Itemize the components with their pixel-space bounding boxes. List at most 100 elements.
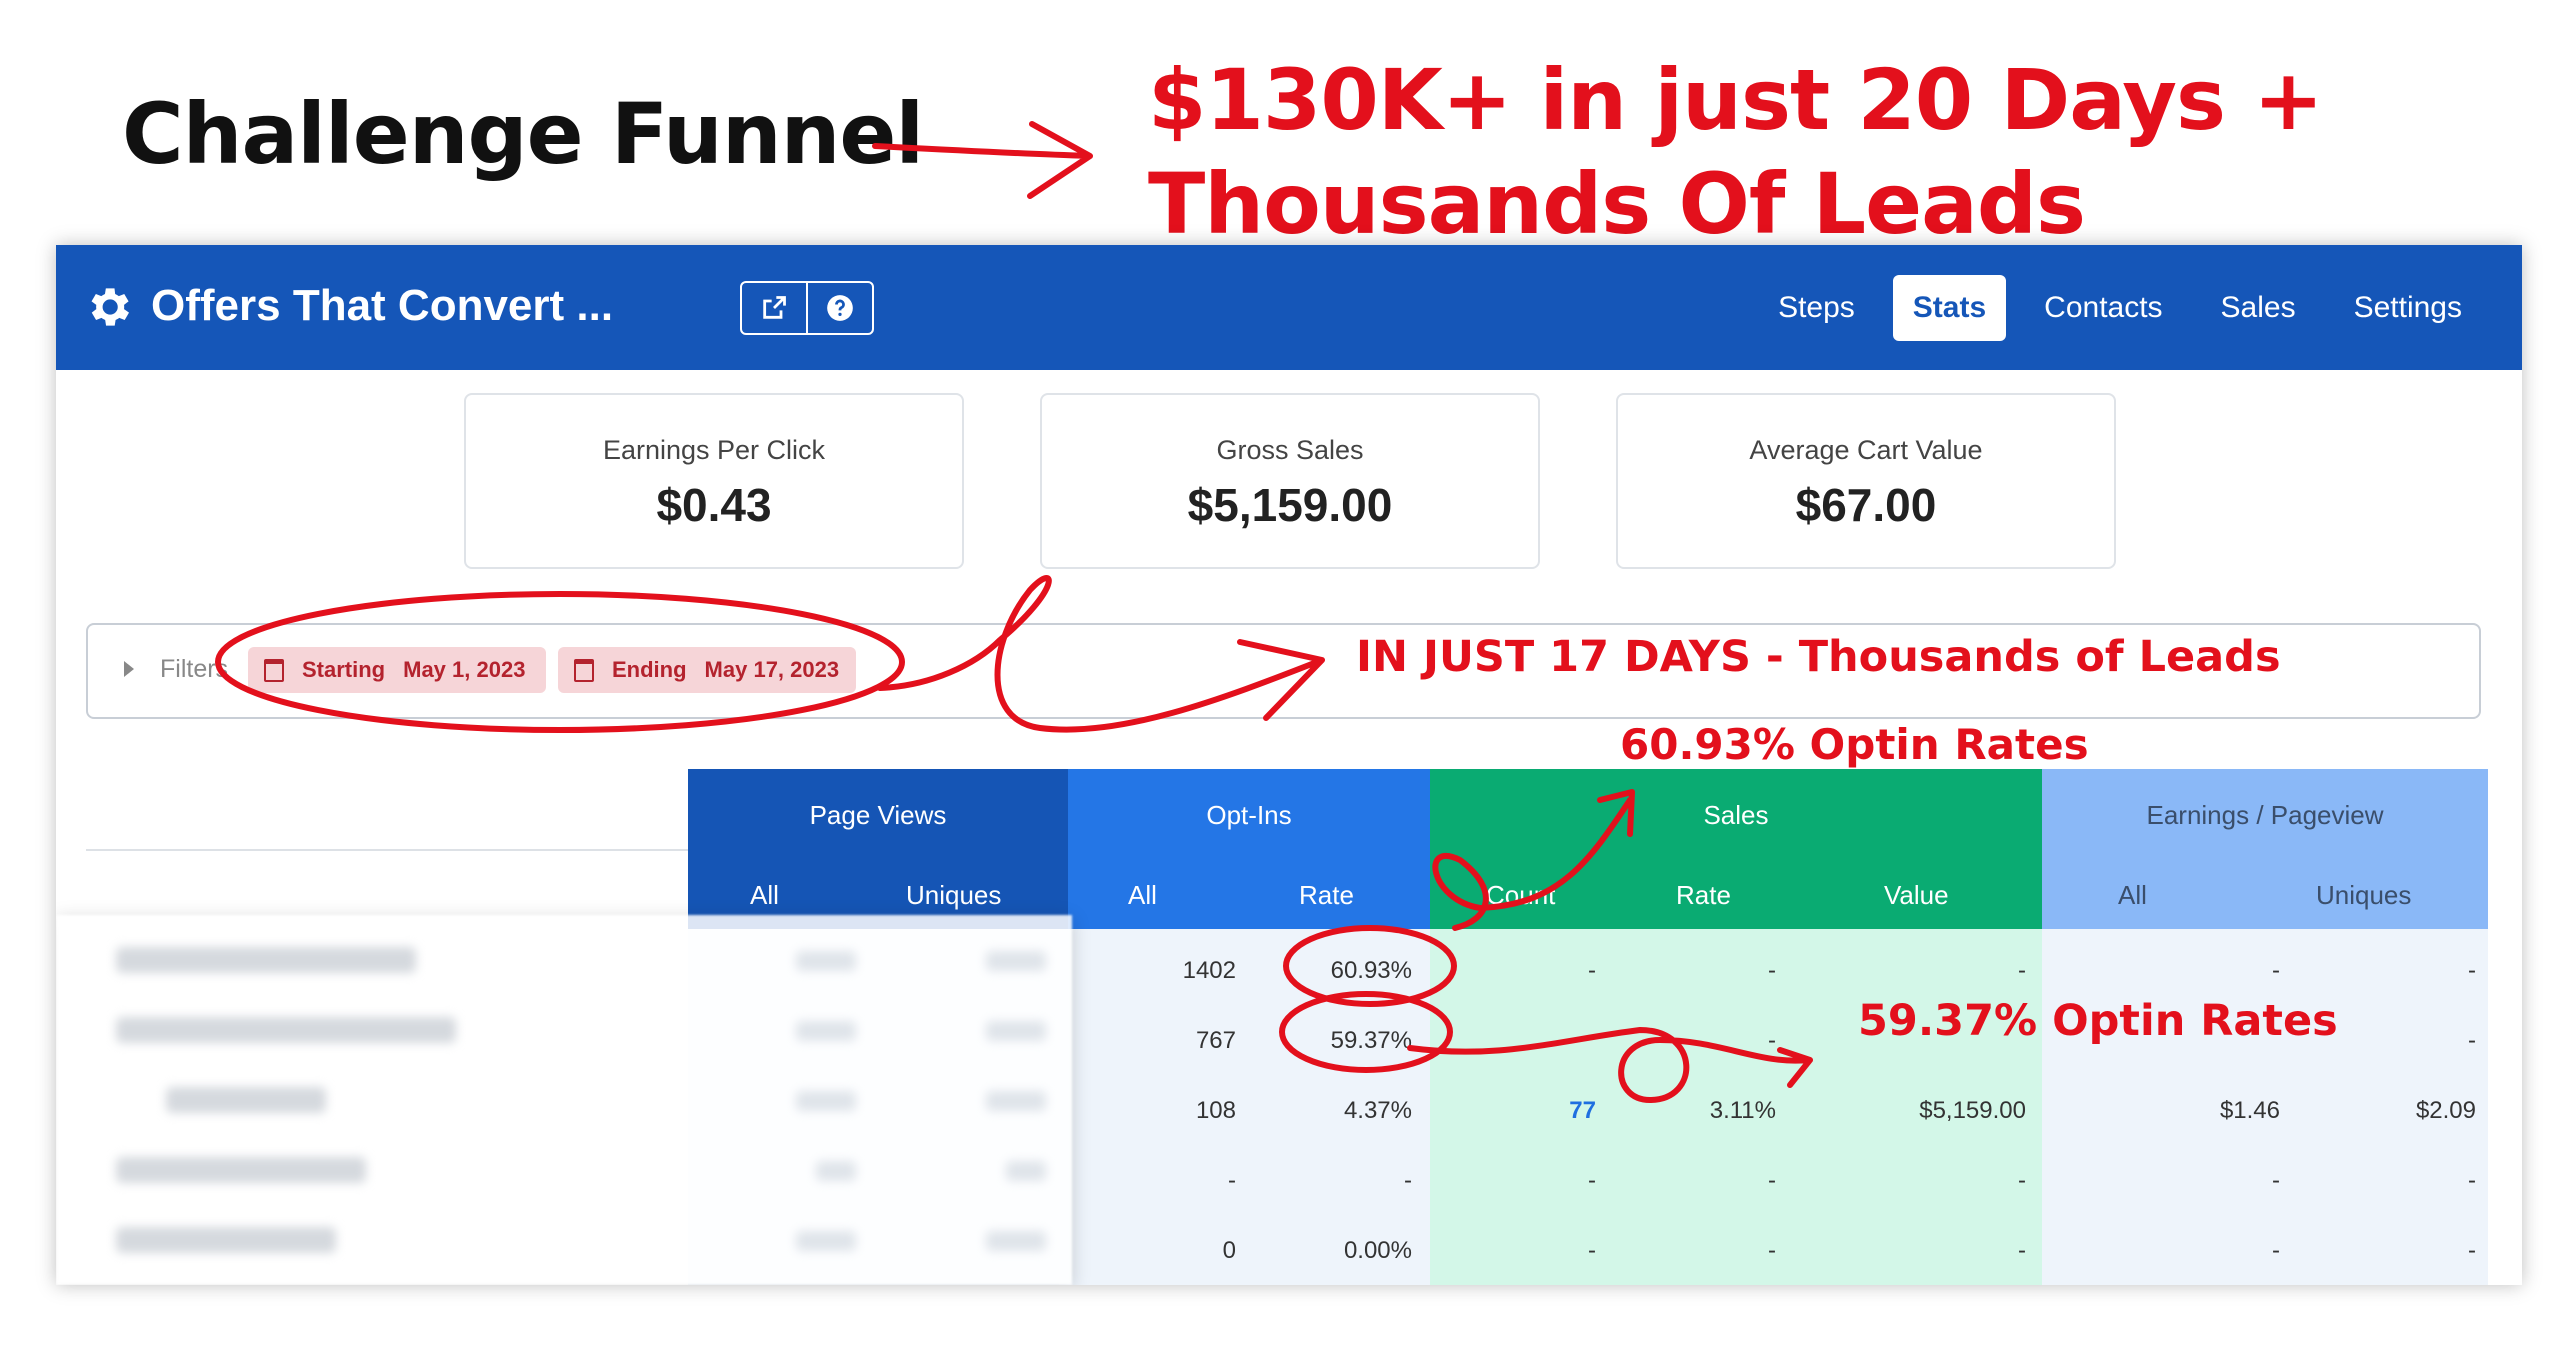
edit-button[interactable] <box>742 283 806 333</box>
card-label: Earnings Per Click <box>602 435 826 465</box>
table-cell: $2.09 <box>2415 1097 2476 1124</box>
blurred-number <box>796 951 856 971</box>
blurred-number <box>796 1091 856 1111</box>
card-label: Gross Sales <box>1216 435 1364 465</box>
funnel-stats-panel: Offers That Convert ... Steps Stats Cont… <box>56 245 2522 1285</box>
starting-date-chip[interactable]: Starting May 1, 2023 <box>248 647 546 693</box>
tab-settings[interactable]: Settings <box>2334 275 2482 341</box>
table-cell: - <box>1228 1167 1236 1194</box>
blurred-number <box>986 1091 1046 1111</box>
blurred-number <box>1006 1161 1046 1181</box>
table-cell: - <box>2272 1237 2280 1264</box>
subheader-value: Value <box>1884 880 1949 910</box>
table-cell: - <box>1588 1167 1596 1194</box>
help-icon <box>827 295 853 321</box>
table-cell: - <box>2272 1167 2280 1194</box>
annotation-optin-2: 59.37% Optin Rates <box>1858 996 2338 1046</box>
help-button[interactable] <box>806 283 872 333</box>
headline-right: $130K+ in just 20 Days + Thousands Of Le… <box>1148 51 2324 253</box>
table-cell: 108 <box>1195 1097 1236 1124</box>
blurred-number <box>986 951 1046 971</box>
sales-count-link[interactable]: 77 <box>1536 1097 1596 1125</box>
table-cell: - <box>2468 1027 2476 1054</box>
subheader-all: All <box>1128 880 1157 910</box>
title-button-group <box>740 281 874 335</box>
average-cart-value-card: Average Cart Value $67.00 <box>1616 393 2116 569</box>
table-cell: 767 <box>1195 1027 1236 1054</box>
ending-label: Ending <box>612 657 687 682</box>
header-page-views: Page Views <box>688 769 1068 861</box>
card-value: $0.43 <box>656 479 772 531</box>
table-cell: - <box>1768 1027 1776 1054</box>
funnel-nav: Steps Stats Contacts Sales Settings <box>1758 275 2482 341</box>
tab-sales[interactable]: Sales <box>2201 275 2316 341</box>
subheader-rate: Rate <box>1299 880 1354 910</box>
blurred-step-row <box>166 1087 326 1113</box>
header-opt-ins: Opt-Ins <box>1068 769 1430 861</box>
table-cell: - <box>1404 1167 1412 1194</box>
blurred-number <box>796 1021 856 1041</box>
table-cell: - <box>2468 1237 2476 1264</box>
subheader-bg <box>2042 861 2488 929</box>
table-cell: - <box>2468 1167 2476 1194</box>
table-cell: - <box>1588 1237 1596 1264</box>
tab-contacts[interactable]: Contacts <box>2024 275 2182 341</box>
filters-label[interactable]: Filters <box>160 655 228 684</box>
ending-date-chip[interactable]: Ending May 17, 2023 <box>558 647 856 693</box>
blurred-number <box>986 1021 1046 1041</box>
blurred-number <box>796 1231 856 1251</box>
table-cell: 0 <box>1222 1237 1236 1264</box>
table-cell: - <box>2468 957 2476 984</box>
blurred-number <box>816 1161 856 1181</box>
expand-caret-icon[interactable] <box>124 661 134 677</box>
table-divider <box>86 849 722 851</box>
table-cell: 3.11% <box>1709 1097 1776 1124</box>
header-sales: Sales <box>1430 769 2042 861</box>
table-cell: $1.46 <box>2219 1097 2280 1124</box>
table-cell: 60.93% <box>1330 957 1412 984</box>
annotation-optin-1: 60.93% Optin Rates <box>1620 720 2089 769</box>
table-cell: $5,159.00 <box>1919 1097 2026 1124</box>
blurred-step-row <box>116 947 416 973</box>
blurred-step-row <box>116 1017 456 1043</box>
table-cell: - <box>2018 1167 2026 1194</box>
top-bar: Offers That Convert ... Steps Stats Cont… <box>56 245 2522 370</box>
headline-left: Challenge Funnel <box>122 85 924 183</box>
gross-sales-card: Gross Sales $5,159.00 <box>1040 393 1540 569</box>
table-cell: - <box>1768 957 1776 984</box>
table-cell: 4.37% <box>1343 1097 1412 1124</box>
tab-steps[interactable]: Steps <box>1758 275 1875 341</box>
ending-date: May 17, 2023 <box>704 657 840 682</box>
subheader-count: Count <box>1486 880 1556 910</box>
card-value: $67.00 <box>1795 479 1937 531</box>
blurred-step-row <box>116 1157 366 1183</box>
starting-label: Starting <box>302 657 386 682</box>
table-cell: - <box>2272 957 2280 984</box>
subheader-all: All <box>2118 880 2147 910</box>
calendar-icon <box>264 658 284 682</box>
blurred-step-row <box>116 1227 336 1253</box>
external-edit-icon <box>763 296 786 319</box>
starting-date: May 1, 2023 <box>403 657 526 682</box>
tab-stats[interactable]: Stats <box>1892 275 2007 341</box>
funnel-title: Offers That Convert ... <box>151 281 614 330</box>
earnings-per-click-card: Earnings Per Click $0.43 <box>464 393 964 569</box>
subheader-bg <box>1068 861 1430 929</box>
gear-icon[interactable] <box>82 281 134 333</box>
header-earnings-pageview: Earnings / Pageview <box>2042 769 2488 861</box>
table-cell: - <box>1768 1237 1776 1264</box>
table-cell: - <box>2018 957 2026 984</box>
subheader-rate: Rate <box>1676 880 1731 910</box>
table-cell: 0.00% <box>1343 1237 1412 1264</box>
card-value: $5,159.00 <box>1187 479 1393 531</box>
calendar-icon <box>574 658 594 682</box>
table-cell: - <box>1588 957 1596 984</box>
card-label: Average Cart Value <box>1749 435 1983 465</box>
annotation-days: IN JUST 17 DAYS - Thousands of Leads <box>1356 632 2281 682</box>
blurred-number <box>986 1231 1046 1251</box>
subheader-uniques: Uniques <box>2316 880 2412 910</box>
table-cell: 59.37% <box>1330 1027 1412 1054</box>
table-cell: - <box>1768 1167 1776 1194</box>
table-cell: 1402 <box>1182 957 1236 984</box>
table-cell: - <box>2018 1237 2026 1264</box>
